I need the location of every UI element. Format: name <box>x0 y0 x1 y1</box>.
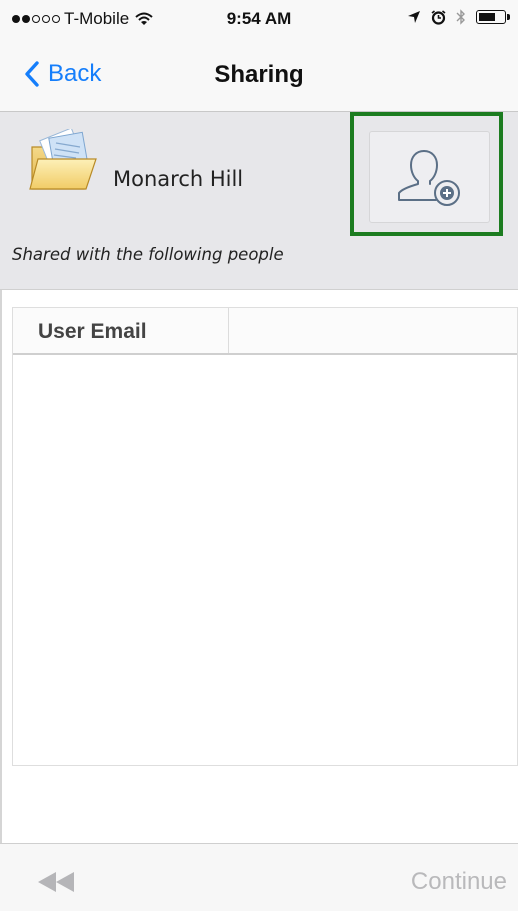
folder-name: Monarch Hill <box>113 167 244 191</box>
shared-users-table: User Email <box>12 307 518 766</box>
bluetooth-icon <box>456 9 465 25</box>
battery-fill <box>479 13 495 21</box>
battery-icon <box>476 10 510 24</box>
add-user-button[interactable] <box>369 131 490 223</box>
alarm-icon <box>431 9 446 25</box>
shared-with-caption: Shared with the following people <box>12 245 284 264</box>
column-header-user-email[interactable]: User Email <box>13 308 229 353</box>
add-user-icon <box>398 150 460 206</box>
column-header-empty <box>229 308 517 353</box>
table-header: User Email <box>13 308 517 355</box>
folder-header: Monarch Hill Shared with the following p… <box>0 112 518 290</box>
status-right <box>407 9 510 25</box>
status-bar: T-Mobile 9:54 AM <box>0 0 518 38</box>
continue-button[interactable]: Continue <box>411 868 507 896</box>
folder-icon <box>29 129 97 190</box>
navigation-bar: Back Sharing <box>0 38 518 112</box>
bottom-toolbar: Continue <box>0 843 518 911</box>
page-title: Sharing <box>214 61 304 88</box>
location-icon <box>408 11 420 23</box>
rewind-icon[interactable] <box>36 871 76 893</box>
